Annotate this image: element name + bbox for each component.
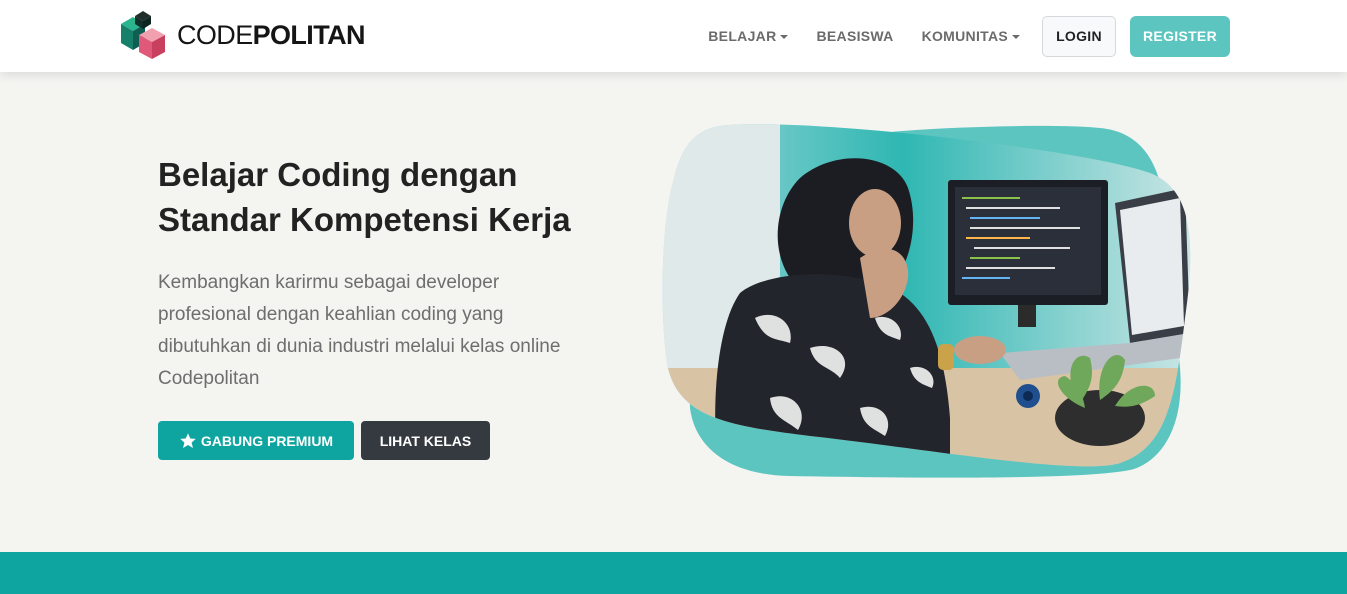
nav-beasiswa-label: BEASISWA (816, 28, 894, 44)
join-premium-label: GABUNG PREMIUM (200, 432, 334, 449)
register-button[interactable]: REGISTER (1130, 15, 1230, 57)
codepolitan-logo-icon (121, 11, 165, 59)
login-button[interactable]: LOGIN (1042, 15, 1116, 57)
brand-logo-link[interactable]: CODEPOLITAN (119, 10, 366, 60)
star-icon (180, 432, 196, 448)
view-classes-button[interactable]: LIHAT KELAS (361, 421, 490, 460)
nav-komunitas-label: KOMUNITAS (921, 28, 1008, 44)
brand-wordmark: CODEPOLITAN (177, 19, 366, 50)
features-section-band (0, 552, 1347, 594)
hero-title: Belajar Coding dengan Standar Kompetensi… (158, 156, 571, 238)
join-premium-button[interactable]: GABUNG PREMIUM (158, 421, 354, 460)
top-navbar: CODEPOLITAN BELAJAR BEASISWA KOMUNITAS L… (0, 0, 1347, 72)
main-nav: BELAJAR BEASISWA KOMUNITAS LOGIN REGISTE… (708, 0, 1230, 72)
nav-beasiswa-link[interactable]: BEASISWA (816, 28, 893, 44)
hero-image (662, 124, 1191, 478)
nav-komunitas-dropdown[interactable]: KOMUNITAS (922, 28, 1020, 44)
nav-belajar-dropdown[interactable]: BELAJAR (708, 28, 789, 44)
hero-description: Kembangkan karirmu sebagai developer pro… (158, 272, 561, 389)
caret-down-icon (1012, 34, 1020, 39)
nav-belajar-label: BELAJAR (708, 28, 777, 44)
caret-down-icon (780, 34, 789, 39)
